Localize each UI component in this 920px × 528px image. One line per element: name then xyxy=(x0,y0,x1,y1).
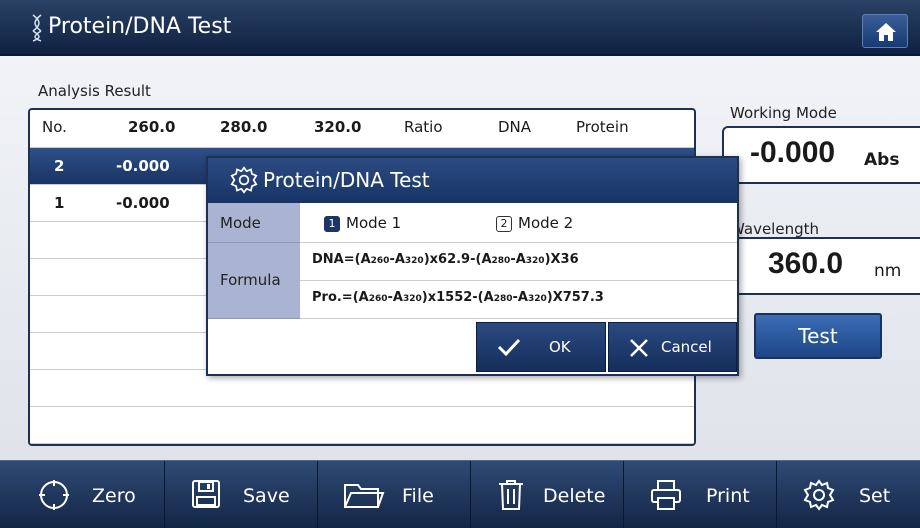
working-mode-label: Working Mode xyxy=(730,104,837,122)
mode-1-radio: 1 xyxy=(324,216,340,232)
folder-icon xyxy=(344,484,385,508)
print-button[interactable]: Print xyxy=(624,461,777,528)
protein-formula: Pro.=(A260-A320)x1552-(A280-A320)X757.3 xyxy=(312,290,604,305)
circle-target-icon xyxy=(39,480,69,510)
home-icon xyxy=(876,23,896,41)
delete-label: Delete xyxy=(543,485,606,507)
dna-formula-sub: 320 xyxy=(525,256,545,266)
wavelength-value: 360.0 xyxy=(768,247,844,280)
file-button[interactable]: File xyxy=(318,461,471,528)
dna-icon xyxy=(32,14,42,42)
test-button[interactable]: Test xyxy=(754,313,882,359)
dna-formula-text: )X36 xyxy=(544,252,579,267)
cancel-button[interactable]: Cancel xyxy=(608,322,737,372)
col-dna: DNA xyxy=(498,118,532,136)
file-label: File xyxy=(402,485,434,507)
row-a260: -0.000 xyxy=(116,194,170,212)
col-protein: Protein xyxy=(576,118,629,136)
formula-label-cell: Formula xyxy=(208,243,300,319)
dna-formula: DNA=(A260-A320)x62.9-(A280-A320)X36 xyxy=(312,252,579,267)
window-title: Protein/DNA Test xyxy=(48,14,232,39)
print-label: Print xyxy=(706,485,750,507)
row-no: 1 xyxy=(54,194,65,212)
dna-formula-sub: 320 xyxy=(404,256,424,266)
mode-2-radio: 2 xyxy=(496,216,512,232)
pro-formula-sub: 280 xyxy=(493,294,513,304)
pro-formula-sub: 320 xyxy=(527,294,547,304)
analysis-result-label: Analysis Result xyxy=(38,82,151,100)
ok-label: OK xyxy=(549,338,571,356)
wavelength-unit: nm xyxy=(874,261,902,281)
table-header: No. 260.0 280.0 320.0 Ratio DNA Protein xyxy=(30,110,694,148)
trash-icon xyxy=(499,480,523,510)
row-a260: -0.000 xyxy=(116,157,170,175)
x-icon xyxy=(630,339,648,357)
working-mode-unit: Abs xyxy=(864,150,900,170)
col-ratio: Ratio xyxy=(404,118,443,136)
bottom-toolbar: Zero Save File Delete Print Set xyxy=(0,460,920,528)
working-mode-value: -0.000 xyxy=(750,136,836,169)
dna-formula-sub: 260 xyxy=(370,256,390,266)
cancel-label: Cancel xyxy=(661,338,712,356)
dna-formula-text: )x62.9-(A xyxy=(423,252,492,267)
mode-label-cell: Mode xyxy=(208,203,300,243)
pro-formula-text: -A xyxy=(387,290,403,305)
gear-icon xyxy=(230,166,258,194)
working-mode-display: -0.000 Abs xyxy=(722,126,920,184)
dialog-title: Protein/DNA Test xyxy=(263,168,430,192)
mode-1-label: Mode 1 xyxy=(346,214,402,232)
col-280: 280.0 xyxy=(220,118,268,136)
zero-label: Zero xyxy=(92,485,136,507)
row-no: 2 xyxy=(54,157,65,175)
mode-label: Mode xyxy=(220,214,261,232)
check-icon xyxy=(497,338,521,357)
dna-formula-cell: DNA=(A260-A320)x62.9-(A280-A320)X36 xyxy=(300,243,737,281)
set-label: Set xyxy=(859,485,891,507)
ok-button[interactable]: OK xyxy=(476,322,606,372)
save-button[interactable]: Save xyxy=(165,461,318,528)
wavelength-label: Wavelength xyxy=(730,220,819,238)
col-320: 320.0 xyxy=(314,118,362,136)
pro-formula-text: )X757.3 xyxy=(546,290,604,305)
zero-button[interactable]: Zero xyxy=(12,461,165,528)
delete-button[interactable]: Delete xyxy=(471,461,624,528)
printer-icon xyxy=(651,480,681,510)
dna-formula-text: -A xyxy=(510,252,526,267)
dialog-header: Protein/DNA Test xyxy=(208,158,737,203)
dna-formula-text: -A xyxy=(389,252,405,267)
pro-formula-text: )x1552-(A xyxy=(421,290,494,305)
col-no: No. xyxy=(42,118,67,136)
home-button[interactable] xyxy=(862,14,908,48)
set-button[interactable]: Set xyxy=(777,461,920,528)
table-row[interactable] xyxy=(30,407,694,444)
dna-formula-text: DNA=(A xyxy=(312,252,371,267)
mode-1-option[interactable]: 1 Mode 1 xyxy=(324,214,401,232)
col-260: 260.0 xyxy=(128,118,176,136)
pro-formula-sub: 260 xyxy=(368,294,388,304)
mode-2-label: Mode 2 xyxy=(518,214,574,232)
wavelength-display[interactable]: 360.0 nm xyxy=(722,237,920,295)
formula-label: Formula xyxy=(220,271,281,289)
title-bar: Protein/DNA Test xyxy=(0,0,920,56)
pro-formula-text: -A xyxy=(512,290,528,305)
save-label: Save xyxy=(243,485,290,507)
pro-formula-sub: 320 xyxy=(402,294,422,304)
mode-2-option[interactable]: 2 Mode 2 xyxy=(496,214,573,232)
dna-formula-sub: 280 xyxy=(491,256,511,266)
floppy-disk-icon xyxy=(192,480,220,508)
mode-cell: 1 Mode 1 2 Mode 2 xyxy=(300,203,737,243)
pro-formula-text: Pro.=(A xyxy=(312,290,369,305)
protein-dna-dialog: Protein/DNA Test Mode 1 Mode 1 2 Mode 2 Fo… xyxy=(206,156,739,376)
gear-icon xyxy=(803,479,835,511)
protein-formula-cell: Pro.=(A260-A320)x1552-(A280-A320)X757.3 xyxy=(300,281,737,319)
